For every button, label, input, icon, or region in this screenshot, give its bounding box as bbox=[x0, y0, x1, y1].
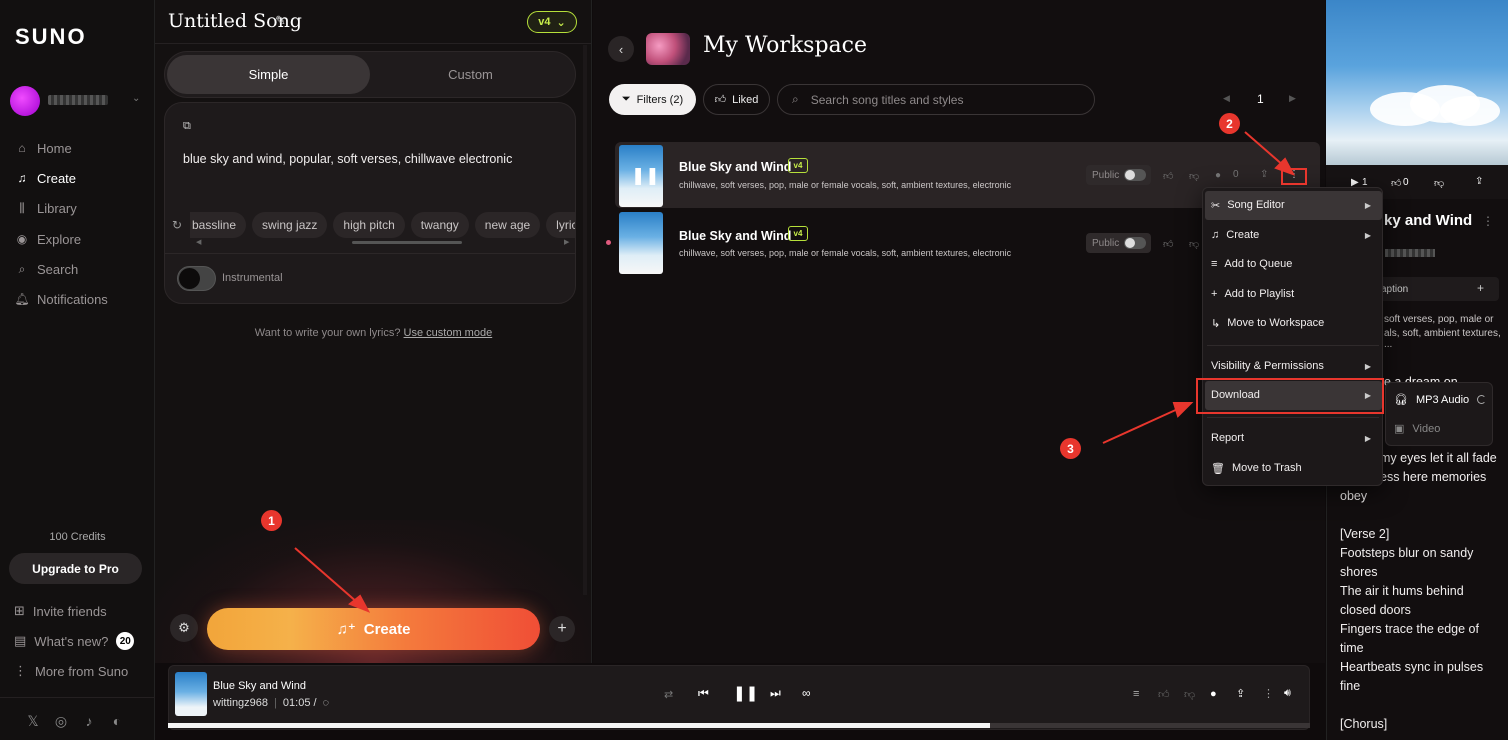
highlight-box-more bbox=[1281, 168, 1307, 185]
arrow-line bbox=[294, 547, 359, 604]
highlight-box-download bbox=[1196, 378, 1384, 414]
step-badge-3: 3 bbox=[1060, 438, 1081, 459]
arrow-line bbox=[1102, 407, 1181, 444]
annotation-arrows bbox=[294, 131, 1296, 613]
arrow-line bbox=[1244, 131, 1285, 167]
arrow-head bbox=[1172, 402, 1194, 418]
step-badge-2: 2 bbox=[1219, 113, 1240, 134]
step-badge-1: 1 bbox=[261, 510, 282, 531]
